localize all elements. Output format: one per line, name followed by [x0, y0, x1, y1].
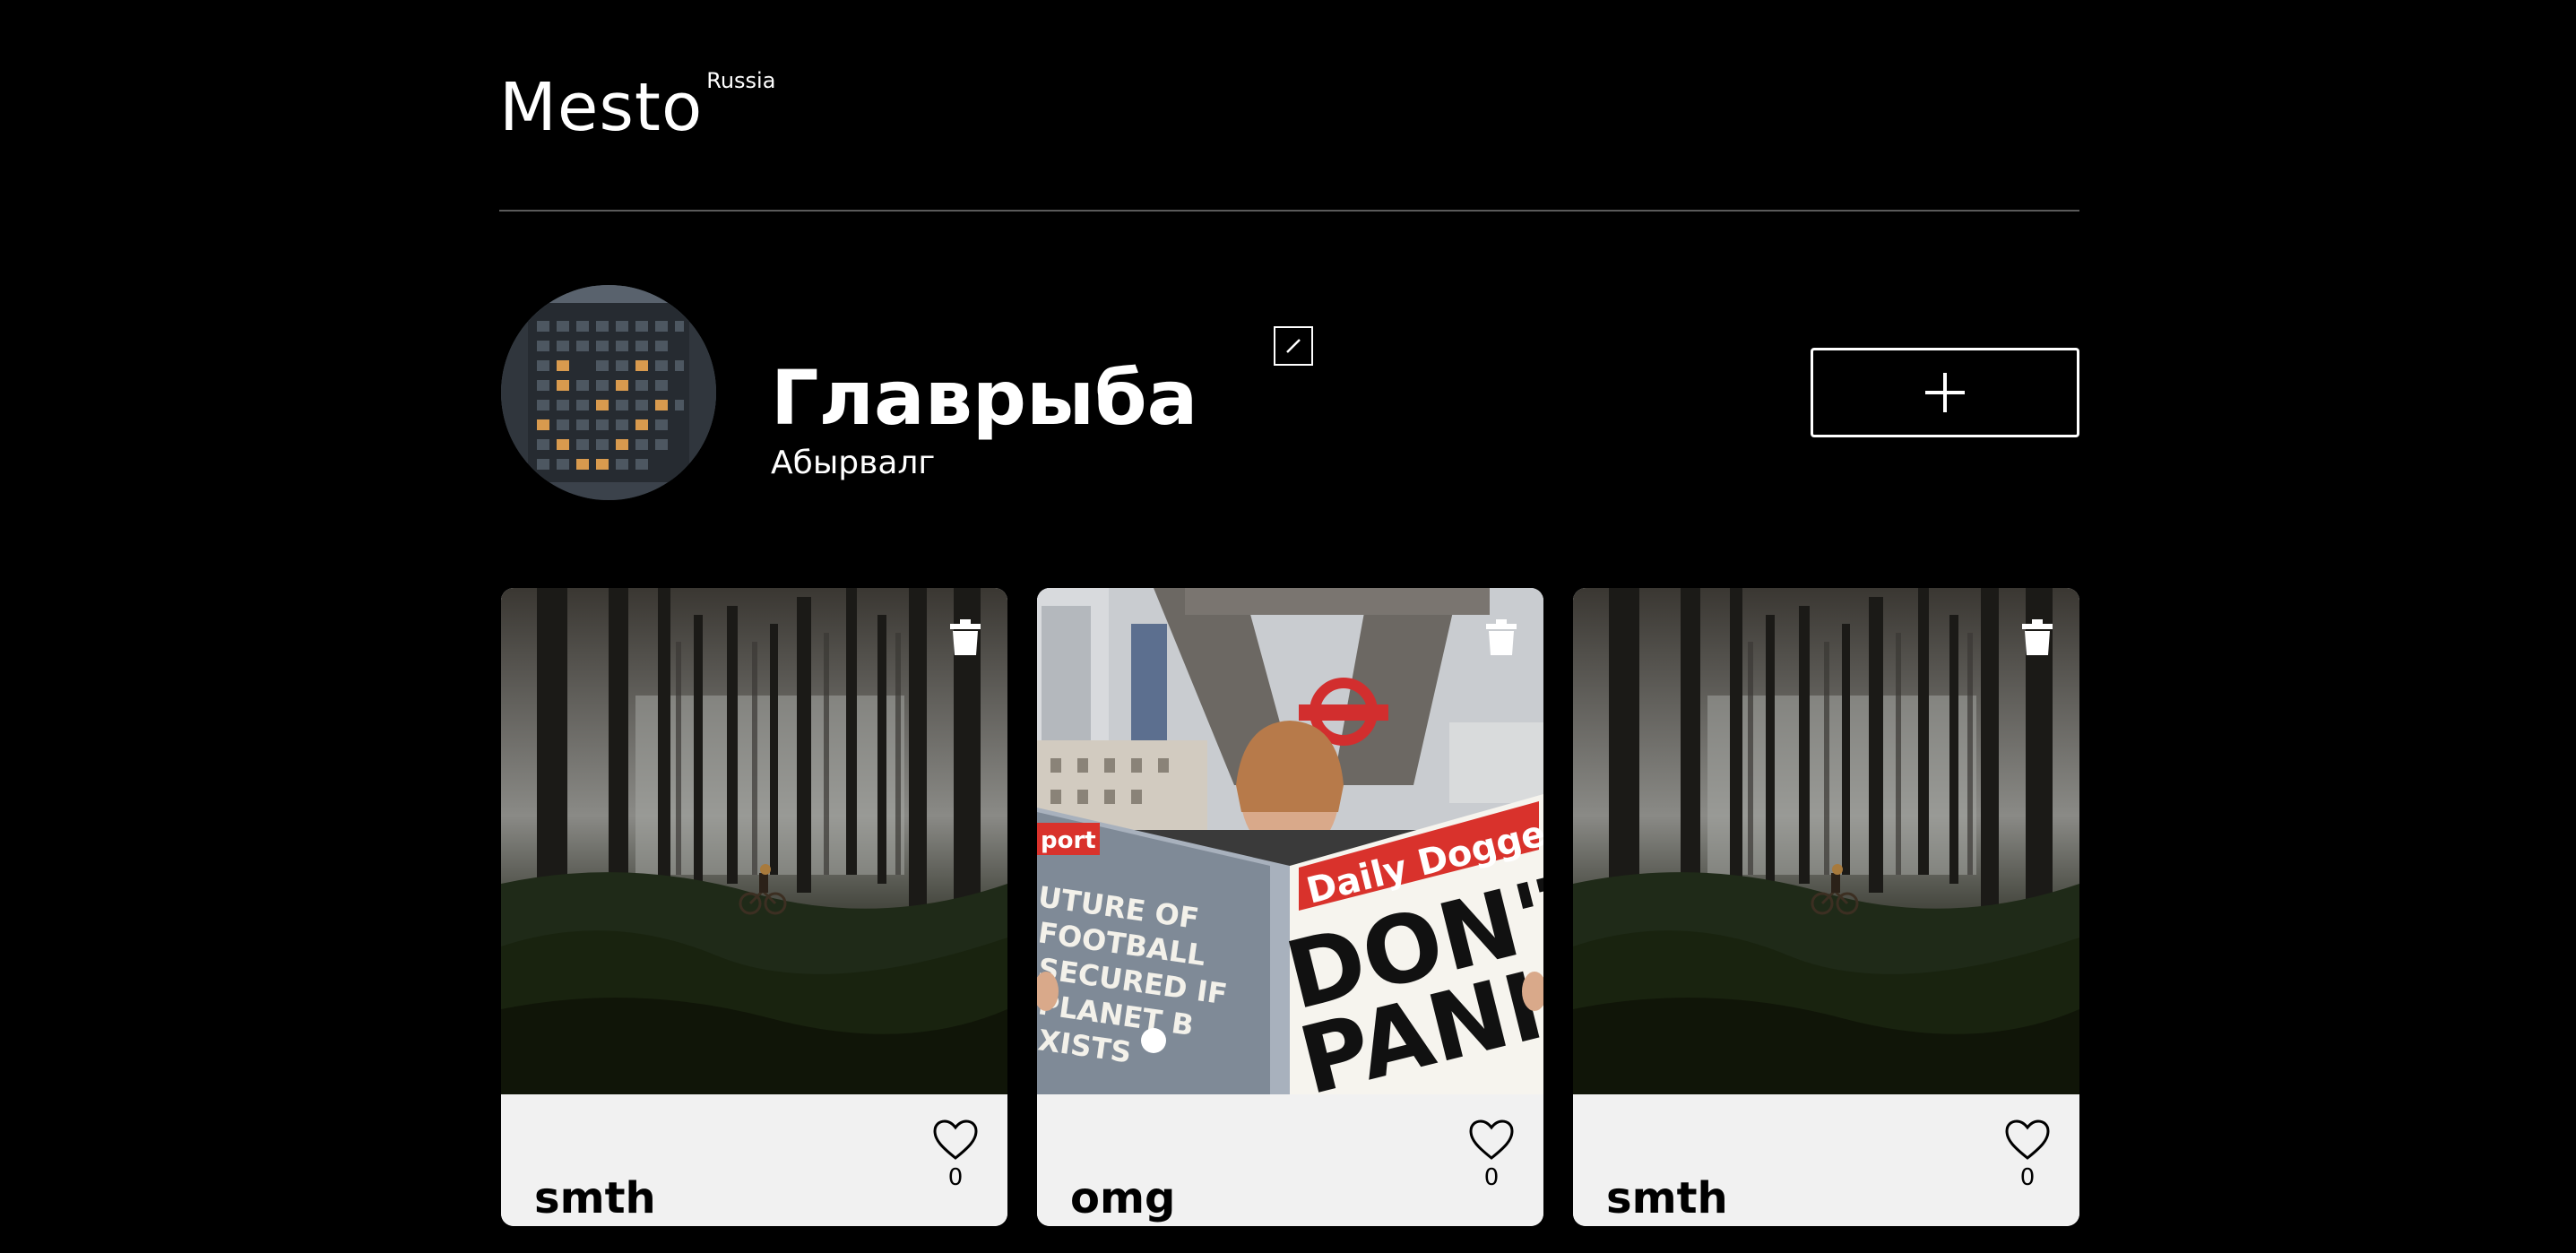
- trash-icon: [1486, 619, 1517, 655]
- card-title: smth: [1606, 1172, 1728, 1223]
- delete-card-button[interactable]: [1484, 618, 1518, 656]
- card-footer: omg 0: [1037, 1094, 1543, 1226]
- header: Mesto Russia: [499, 63, 2079, 212]
- like-button[interactable]: [1469, 1119, 1514, 1161]
- profile-about: Абырвалг: [771, 445, 936, 481]
- heart-icon: [933, 1119, 978, 1160]
- like-count: 0: [947, 1164, 964, 1191]
- forest-cyclist-photo: [1573, 588, 2079, 1094]
- card: smth 0: [1573, 588, 2079, 1226]
- edit-profile-button[interactable]: [1274, 326, 1313, 366]
- card-image[interactable]: [501, 588, 1007, 1094]
- page: Mesto Russia Главрыба Абырвалг smth 0 po…: [0, 0, 2576, 1253]
- profile: Главрыба Абырвалг: [501, 285, 2079, 500]
- logo-region: Russia: [706, 68, 776, 93]
- card-footer: smth 0: [1573, 1094, 2079, 1226]
- card-title: smth: [534, 1172, 656, 1223]
- cards-grid: smth 0 port UTURE OF FOOTBALL SECURED IF…: [501, 588, 2079, 1226]
- header-divider: [499, 210, 2079, 212]
- avatar[interactable]: [501, 285, 716, 500]
- pencil-icon: [1286, 339, 1301, 353]
- trash-icon: [950, 619, 981, 655]
- newspaper-reader-photo: port UTURE OF FOOTBALL SECURED IF PLANET…: [1037, 588, 1543, 1094]
- delete-card-button[interactable]: [948, 618, 982, 656]
- card-footer: smth 0: [501, 1094, 1007, 1226]
- card-title: omg: [1070, 1172, 1176, 1223]
- avatar-image: [501, 285, 716, 500]
- card: port UTURE OF FOOTBALL SECURED IF PLANET…: [1037, 588, 1543, 1226]
- logo-text: Mesto: [499, 69, 704, 146]
- heart-icon: [1469, 1119, 1514, 1160]
- like-button[interactable]: [933, 1119, 978, 1161]
- card-image[interactable]: port UTURE OF FOOTBALL SECURED IF PLANET…: [1037, 588, 1543, 1094]
- trash-icon: [2022, 619, 2053, 655]
- plus-icon: [1925, 373, 1965, 412]
- card: smth 0: [501, 588, 1007, 1226]
- card-image[interactable]: [1573, 588, 2079, 1094]
- like-count: 0: [2019, 1164, 2036, 1191]
- heart-icon: [2005, 1119, 2050, 1160]
- delete-card-button[interactable]: [2020, 618, 2054, 656]
- forest-cyclist-photo: [501, 588, 1007, 1094]
- profile-name: Главрыба: [771, 354, 1198, 443]
- svg-text:port: port: [1041, 827, 1096, 854]
- add-card-button[interactable]: [1811, 348, 2079, 437]
- like-count: 0: [1483, 1164, 1500, 1191]
- logo: Mesto Russia: [499, 63, 775, 152]
- like-button[interactable]: [2005, 1119, 2050, 1161]
